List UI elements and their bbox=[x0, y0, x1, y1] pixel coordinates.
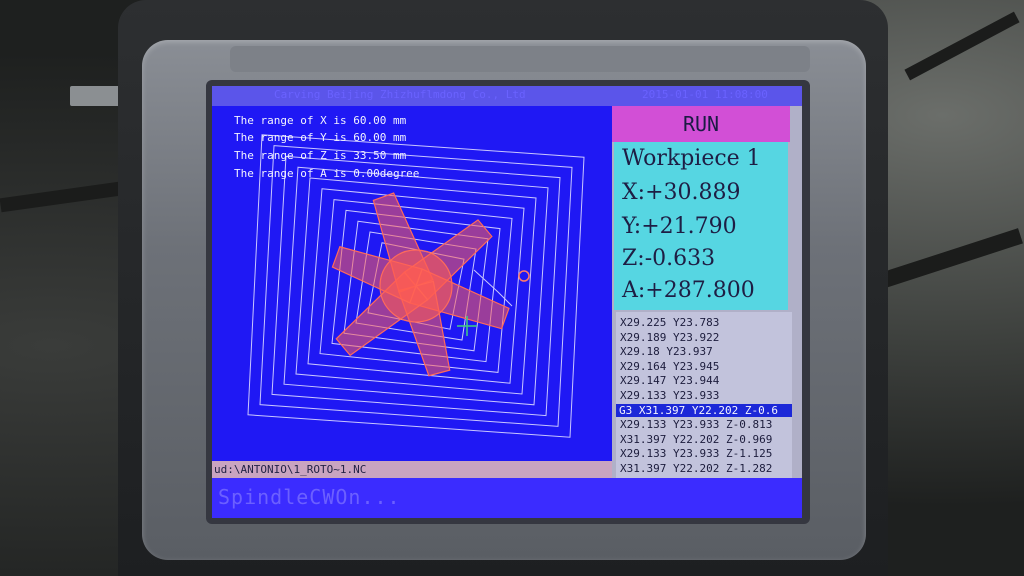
tool-position-marker bbox=[518, 270, 530, 282]
gcode-line: X31.397 Y22.202 Z-0.969 bbox=[620, 432, 773, 446]
range-y: The range of Y is 60.00 mm bbox=[234, 131, 407, 144]
gcode-listing[interactable]: X29.225 Y23.783 X29.189 Y23.922 X29.18 Y23… bbox=[616, 312, 792, 482]
toolpath-view[interactable]: The range of X is 60.00 mm The range of … bbox=[212, 106, 612, 464]
gcode-line: X29.164 Y23.945 bbox=[620, 359, 720, 373]
gcode-line: X29.133 Y23.933 bbox=[620, 389, 720, 402]
gcode-line: X29.133 Y23.933 Z-0.813 bbox=[620, 418, 773, 432]
bezel-top-strip bbox=[230, 46, 810, 72]
clock-readout: 2015-01-01 11:08:00 bbox=[642, 88, 768, 101]
workpiece-label: Workpiece 1 bbox=[622, 146, 761, 171]
run-mode-indicator: RUN bbox=[612, 106, 790, 142]
range-x: The range of X is 60.00 mm bbox=[234, 114, 407, 127]
file-path-bar: ud:\ANTONIO\1_ROTO~1.NC bbox=[212, 461, 616, 479]
gcode-current-line: G3 X31.397 Y22.202 Z-0.6 bbox=[616, 403, 792, 417]
gcode-line: X29.225 Y23.783 bbox=[620, 316, 720, 329]
gcode-line: X29.133 Y23.933 Z-1.125 bbox=[620, 447, 773, 461]
toolpath-star-hub bbox=[379, 249, 453, 323]
y-coordinate: Y:+21.790 bbox=[622, 214, 737, 239]
controller-screen: Carving Beijing Zhizhuflmdong Co., Ltd 2… bbox=[212, 86, 802, 518]
status-message: SpindleCWOn... bbox=[218, 485, 401, 509]
status-bar: SpindleCWOn... bbox=[212, 478, 802, 518]
gcode-line: X29.189 Y23.922 bbox=[620, 330, 720, 344]
z-coordinate: Z:-0.633 bbox=[622, 246, 716, 271]
gcode-line: X29.147 Y23.944 bbox=[620, 374, 720, 388]
coordinate-display: Workpiece 1 X:+30.889 Y:+21.790 Z:-0.633… bbox=[614, 142, 788, 310]
gcode-line: X31.397 Y22.202 Z-1.282 bbox=[620, 462, 773, 475]
range-z: The range of Z is 33.50 mm bbox=[234, 149, 407, 162]
gcode-line: X29.18 Y23.937 bbox=[620, 345, 713, 359]
file-path: ud:\ANTONIO\1_ROTO~1.NC bbox=[214, 463, 367, 476]
x-coordinate: X:+30.889 bbox=[622, 180, 741, 205]
range-a: The range of A is 0.00degree bbox=[234, 167, 420, 180]
a-coordinate: A:+287.800 bbox=[622, 278, 755, 303]
title-bar: Carving Beijing Zhizhuflmdong Co., Ltd 2… bbox=[212, 86, 802, 106]
window-title: Carving Beijing Zhizhuflmdong Co., Ltd bbox=[274, 88, 526, 101]
status-panel: RUN Workpiece 1 X:+30.889 Y:+21.790 Z:-0… bbox=[612, 106, 802, 482]
